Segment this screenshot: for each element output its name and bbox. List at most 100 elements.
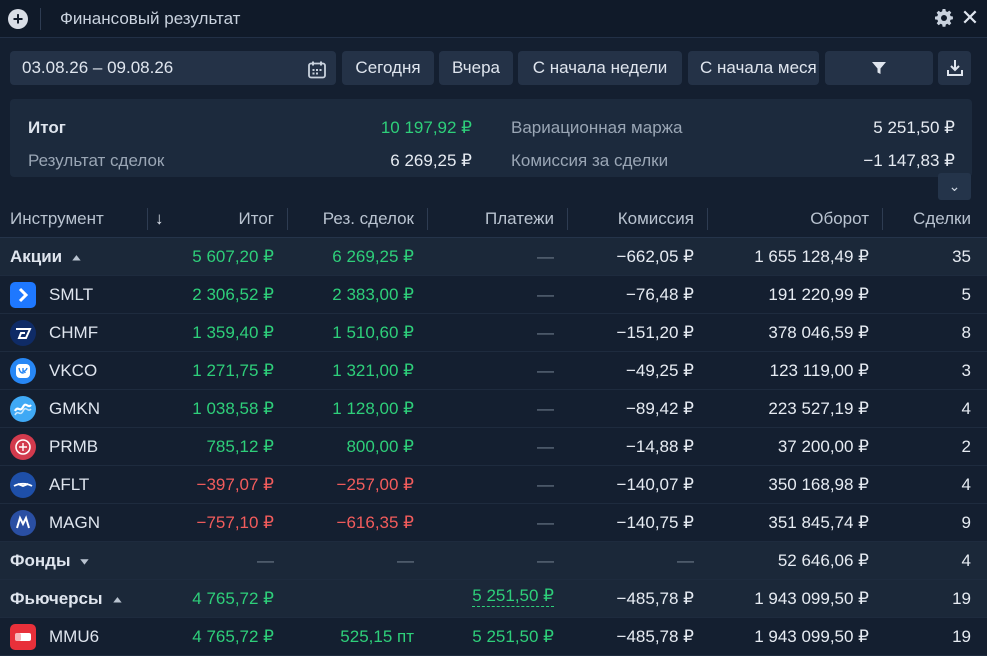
- summary-deals-value: 6 269,25 ₽: [390, 151, 472, 170]
- column-resizer[interactable]: [287, 208, 288, 230]
- instrument-ticker[interactable]: SMLT: [49, 285, 93, 305]
- group-row[interactable]: Акции ▲ 5 607,20 ₽ 6 269,25 ₽ — −662,05 ₽ 1 65…: [0, 238, 987, 276]
- chevron-up-icon[interactable]: ▲: [110, 594, 124, 605]
- table-row[interactable]: VKCO 1 271,75 ₽ 1 321,00 ₽ — −49,25 ₽ 123 119…: [0, 352, 987, 390]
- column-resizer[interactable]: [882, 208, 883, 230]
- table-row[interactable]: CHMF 1 359,40 ₽ 1 510,60 ₽ — −151,20 ₽ 378 04…: [0, 314, 987, 352]
- download-button[interactable]: [938, 51, 971, 85]
- close-icon[interactable]: ✕: [959, 7, 981, 29]
- instrument-ticker[interactable]: CHMF: [49, 323, 98, 343]
- instrument-ticker[interactable]: MAGN: [49, 513, 100, 533]
- total-cell: −757,10 ₽: [196, 513, 274, 532]
- turnover-cell: 223 527,19 ₽: [768, 399, 869, 418]
- deals-cell: 6 269,25 ₽: [332, 247, 414, 266]
- turnover-cell: 1 655 128,49 ₽: [754, 247, 869, 266]
- total-cell: 2 306,52 ₽: [192, 285, 274, 304]
- window-title: Финансовый результат: [60, 9, 241, 28]
- column-resizer[interactable]: [427, 208, 428, 230]
- instrument-ticker[interactable]: MMU6: [49, 627, 99, 647]
- header-total[interactable]: Итог: [170, 209, 274, 229]
- instrument-ticker[interactable]: AFLT: [49, 475, 89, 495]
- today-button[interactable]: Сегодня: [342, 51, 434, 85]
- payments-cell: —: [537, 361, 554, 380]
- chevron-down-icon: ⌄: [948, 178, 961, 194]
- calendar-icon[interactable]: [307, 58, 327, 79]
- smlt-logo-icon: [10, 282, 36, 308]
- group-label[interactable]: Фонды ▼: [10, 551, 92, 571]
- chevron-up-icon[interactable]: ▲: [69, 252, 83, 263]
- filter-icon: [872, 62, 886, 74]
- chmf-logo-icon: [10, 320, 36, 346]
- month-start-button[interactable]: С начала меся: [688, 51, 819, 85]
- deals-cell: —: [397, 551, 414, 570]
- trades-cell: 4: [961, 551, 971, 570]
- financial-result-window: + Финансовый результат ✕ 03.08.26 – 09.0…: [0, 0, 987, 656]
- trades-cell: 8: [961, 323, 971, 342]
- header-deals[interactable]: Рез. сделок: [290, 209, 414, 229]
- commission-cell: −140,07 ₽: [616, 475, 694, 494]
- commission-cell: −14,88 ₽: [625, 437, 694, 456]
- deals-cell: 800,00 ₽: [346, 437, 414, 456]
- summary-margin-value: 5 251,50 ₽: [873, 118, 955, 137]
- turnover-cell: 378 046,59 ₽: [768, 323, 869, 342]
- column-resizer[interactable]: [567, 208, 568, 230]
- gear-icon[interactable]: [933, 8, 955, 30]
- plus-circle-icon[interactable]: +: [8, 9, 28, 29]
- chevron-down-icon[interactable]: ▼: [78, 556, 92, 567]
- table-row[interactable]: AFLT −397,07 ₽ −257,00 ₽ — −140,07 ₽ 350 168,…: [0, 466, 987, 504]
- deals-cell: 2 383,00 ₽: [332, 285, 414, 304]
- group-row[interactable]: Фьючерсы ▲ 4 765,72 ₽ 5 251,50 ₽ −485,78 ₽ 1 …: [0, 580, 987, 618]
- group-row[interactable]: Фонды ▼ — — — — 52 646,06 ₽ 4: [0, 542, 987, 580]
- turnover-cell: 351 845,74 ₽: [768, 513, 869, 532]
- total-cell: 1 271,75 ₽: [192, 361, 274, 380]
- date-range-input[interactable]: 03.08.26 – 09.08.26: [10, 51, 336, 85]
- group-label[interactable]: Фьючерсы ▲: [10, 589, 124, 609]
- table-row[interactable]: PRMB 785,12 ₽ 800,00 ₽ — −14,88 ₽ 37 200,00 ₽…: [0, 428, 987, 466]
- table-row[interactable]: MMU6 4 765,72 ₽ 525,15 пт 5 251,50 ₽ −485,78…: [0, 618, 987, 656]
- instrument-ticker[interactable]: GMKN: [49, 399, 100, 419]
- instrument-ticker[interactable]: VKCO: [49, 361, 97, 381]
- header-payments[interactable]: Платежи: [430, 209, 554, 229]
- trades-cell: 9: [961, 513, 971, 532]
- commission-cell: −151,20 ₽: [616, 323, 694, 342]
- header-instrument[interactable]: Инструмент: [10, 209, 104, 229]
- payments-cell: —: [537, 437, 554, 456]
- total-cell: 1 038,58 ₽: [192, 399, 274, 418]
- instrument-ticker[interactable]: PRMB: [49, 437, 98, 457]
- summary-commission-label: Комиссия за сделки: [511, 151, 669, 170]
- summary-margin-label: Вариационная маржа: [511, 118, 683, 137]
- commission-cell: −485,78 ₽: [616, 627, 694, 646]
- turnover-cell: 123 119,00 ₽: [769, 361, 869, 380]
- payments-cell: —: [537, 513, 554, 532]
- payments-cell: —: [537, 247, 554, 266]
- commission-cell: −49,25 ₽: [625, 361, 694, 380]
- summary-panel: Итог 10 197,92 ₽ Результат сделок 6 269,…: [10, 99, 972, 177]
- summary-total-value: 10 197,92 ₽: [380, 118, 472, 137]
- header-commission[interactable]: Комиссия: [570, 209, 694, 229]
- payments-cell: 5 251,50 ₽: [472, 586, 554, 607]
- payments-cell: —: [537, 399, 554, 418]
- table-row[interactable]: SMLT 2 306,52 ₽ 2 383,00 ₽ — −76,48 ₽ 191 220…: [0, 276, 987, 314]
- commission-cell: −140,75 ₽: [616, 513, 694, 532]
- week-start-button[interactable]: С начала недели: [518, 51, 682, 85]
- column-resizer[interactable]: [147, 208, 148, 230]
- mmu6-logo-icon: [10, 624, 36, 650]
- arrow-down-icon[interactable]: ↓: [155, 209, 164, 229]
- total-cell: 4 765,72 ₽: [192, 627, 274, 646]
- download-icon: [946, 60, 963, 76]
- total-cell: 5 607,20 ₽: [192, 247, 274, 266]
- header-trades[interactable]: Сделки: [885, 209, 971, 229]
- header-turnover[interactable]: Оборот: [710, 209, 869, 229]
- column-resizer[interactable]: [707, 208, 708, 230]
- table-row[interactable]: MAGN −757,10 ₽ −616,35 ₽ — −140,75 ₽ 351 845,…: [0, 504, 987, 542]
- group-name: Фонды: [10, 551, 71, 570]
- summary-collapse-button[interactable]: ⌄: [938, 173, 971, 200]
- payments-cell: —: [537, 285, 554, 304]
- yesterday-button[interactable]: Вчера: [439, 51, 513, 85]
- table-row[interactable]: GMKN 1 038,58 ₽ 1 128,00 ₽ — −89,42 ₽ 223 527…: [0, 390, 987, 428]
- title-bar: + Финансовый результат ✕: [0, 0, 987, 38]
- commission-cell: −485,78 ₽: [616, 589, 694, 608]
- group-label[interactable]: Акции ▲: [10, 247, 84, 267]
- deals-cell: −257,00 ₽: [336, 475, 414, 494]
- filter-button[interactable]: [825, 51, 933, 85]
